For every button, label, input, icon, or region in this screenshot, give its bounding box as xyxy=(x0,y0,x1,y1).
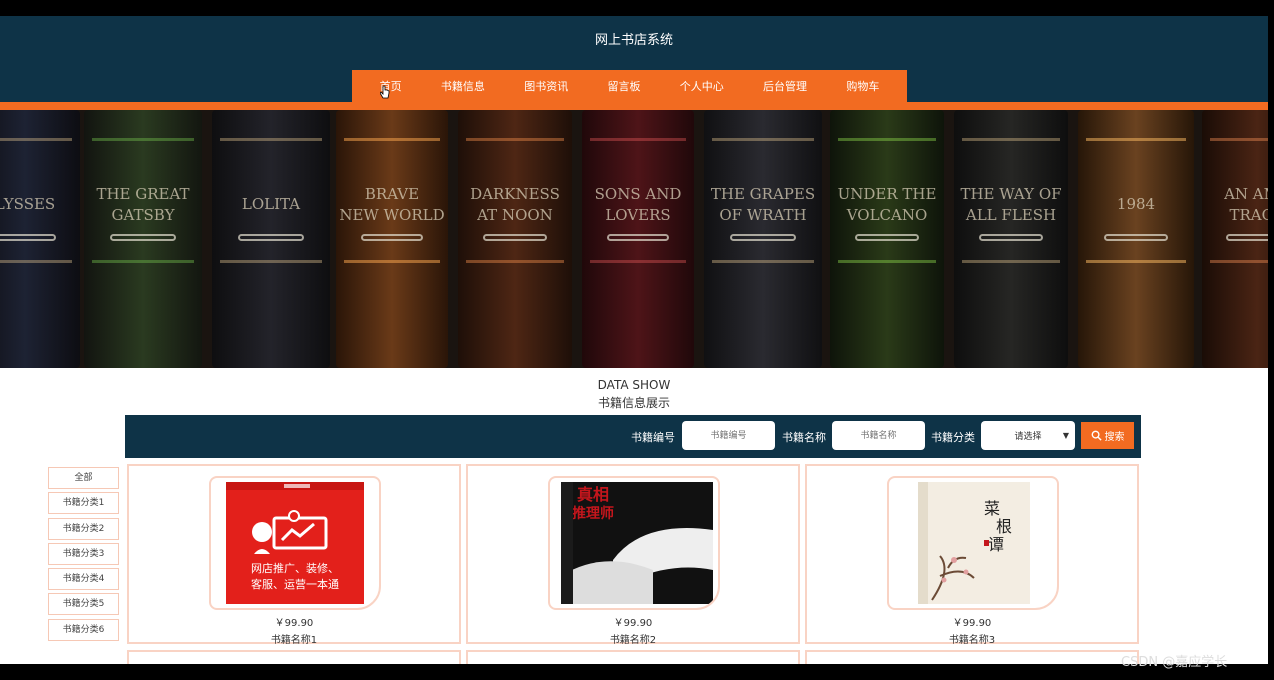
svg-text:推理师: 推理师 xyxy=(572,505,614,522)
book-spine: THE GREAT GATSBY xyxy=(84,110,202,368)
book-price: ￥99.90 xyxy=(952,618,992,629)
book-card[interactable]: 菜 根 谭 ￥99.90 书籍名称3 xyxy=(805,464,1139,646)
book-spine: SONS AND LOVERS xyxy=(582,110,694,368)
book-card[interactable] xyxy=(466,650,800,664)
book-cover-image: 真相 推理师 xyxy=(561,482,713,604)
book-card[interactable] xyxy=(805,650,1139,664)
category-item[interactable]: 书籍分类2 xyxy=(48,517,119,540)
nav-cart[interactable]: 购物车 xyxy=(846,78,879,94)
chevron-down-icon: ▼ xyxy=(1062,431,1069,440)
book-spine: 1984 xyxy=(1078,110,1194,368)
section-heading: DATA SHOW xyxy=(597,378,671,392)
book-name[interactable]: 书籍名称3 xyxy=(807,631,1137,646)
book-name[interactable]: 书籍名称1 xyxy=(129,631,459,646)
book-cover: 菜 根 谭 xyxy=(887,476,1059,610)
name-input[interactable] xyxy=(832,421,925,450)
book-name[interactable]: 书籍名称2 xyxy=(468,631,798,646)
category-item[interactable]: 书籍分类1 xyxy=(48,492,119,515)
book-spine: UNDER THE VOLCANO xyxy=(830,110,944,368)
watermark: CSDN @嘉应学长 xyxy=(1121,655,1228,670)
cover-title: 真相 xyxy=(577,485,609,504)
category-all[interactable]: 全部 xyxy=(48,467,119,489)
book-spine: LOLITA xyxy=(212,110,330,368)
book-cover-image: 菜 根 谭 xyxy=(918,482,1030,604)
search-icon xyxy=(1091,430,1102,441)
code-label: 书籍编号 xyxy=(631,431,675,444)
cover-title-line2: 客服、运营一本通 xyxy=(251,577,339,591)
book-price: ￥99.90 xyxy=(274,618,314,629)
svg-text:谭: 谭 xyxy=(988,535,1004,554)
hero-carousel[interactable]: LYSSES THE GREAT GATSBY LOLITA BRAVE NEW W… xyxy=(0,110,1268,368)
search-bar: 书籍编号 书籍名称 书籍分类 请选择 ▼ 搜索 xyxy=(125,415,1141,458)
cover-title-line1: 网店推广、装修、 xyxy=(251,561,339,575)
section-subheading: 书籍信息展示 xyxy=(597,396,670,410)
book-cover: 网店推广、装修、 客服、运营一本通 xyxy=(209,476,381,610)
category-item[interactable]: 书籍分类4 xyxy=(48,568,119,591)
book-spine: LYSSES xyxy=(0,110,80,368)
category-list: 全部 书籍分类1 书籍分类2 书籍分类3 书籍分类4 书籍分类5 书籍分类6 xyxy=(48,467,119,644)
category-item[interactable]: 书籍分类5 xyxy=(48,593,119,616)
search-button[interactable]: 搜索 xyxy=(1081,422,1134,449)
header: 网上书店系统 首页 书籍信息 图书资讯 留言板 个人中心 后台管理 购物车 xyxy=(0,16,1268,102)
book-card[interactable]: 真相 推理师 ￥99.90 书籍名称2 xyxy=(466,464,800,646)
book-cover-image: 网店推广、装修、 客服、运营一本通 xyxy=(226,482,364,604)
category-item[interactable]: 书籍分类3 xyxy=(48,542,119,565)
name-label: 书籍名称 xyxy=(782,431,826,444)
browser-viewport: 网上书店系统 首页 书籍信息 图书资讯 留言板 个人中心 后台管理 购物车 LY… xyxy=(0,16,1268,664)
mouse-cursor xyxy=(379,84,390,99)
main-nav: 首页 书籍信息 图书资讯 留言板 个人中心 后台管理 购物车 xyxy=(352,70,907,102)
site-title: 网上书店系统 xyxy=(594,33,673,48)
header-divider xyxy=(0,102,1268,110)
cover-title: 菜 xyxy=(984,499,1000,518)
book-spine: DARKNESS AT NOON xyxy=(458,110,572,368)
category-select[interactable]: 请选择 ▼ xyxy=(981,421,1075,450)
code-input[interactable] xyxy=(682,421,775,450)
nav-message-board[interactable]: 留言板 xyxy=(607,78,640,94)
nav-news[interactable]: 图书资讯 xyxy=(524,78,568,94)
book-spine: BRAVE NEW WORLD xyxy=(336,110,448,368)
nav-profile[interactable]: 个人中心 xyxy=(680,78,724,94)
book-card[interactable]: 网店推广、装修、 客服、运营一本通 ￥99.90 书籍名称1 xyxy=(127,464,461,646)
svg-text:根: 根 xyxy=(996,517,1012,536)
book-spine: THE GRAPES OF WRATH xyxy=(704,110,822,368)
nav-admin[interactable]: 后台管理 xyxy=(763,78,807,94)
category-select-value: 请选择 xyxy=(1014,432,1042,442)
book-spine: AN AMETRAGE xyxy=(1202,110,1268,368)
book-cover: 真相 推理师 xyxy=(548,476,720,610)
category-label: 书籍分类 xyxy=(931,431,975,444)
book-price: ￥99.90 xyxy=(613,618,653,629)
book-spine: THE WAY OF ALL FLESH xyxy=(954,110,1068,368)
category-item[interactable]: 书籍分类6 xyxy=(48,618,119,641)
book-card[interactable] xyxy=(127,650,461,664)
nav-books[interactable]: 书籍信息 xyxy=(441,78,485,94)
